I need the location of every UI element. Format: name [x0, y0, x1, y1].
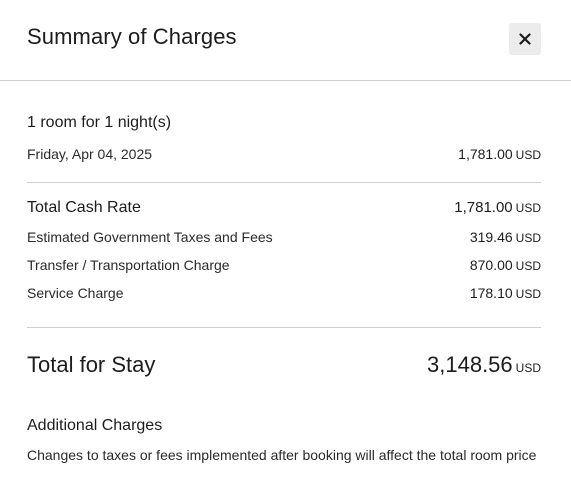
night-row: Friday, Apr 04, 2025 1,781.00 USD	[27, 146, 541, 164]
charge-label: Service Charge	[27, 285, 124, 301]
total-for-stay-row: Total for Stay 3,148.56 USD	[27, 352, 541, 378]
charge-amount: 178.10 USD	[470, 285, 541, 303]
night-date: Friday, Apr 04, 2025	[27, 146, 153, 162]
total-for-stay-amount: 3,148.56 USD	[427, 352, 541, 378]
charge-row-taxes: Estimated Government Taxes and Fees 319.…	[27, 229, 541, 247]
total-cash-rate-value: 1,781.00	[454, 199, 513, 216]
charge-row-service: Service Charge 178.10 USD	[27, 285, 541, 303]
charge-amount-currency: USD	[515, 231, 541, 245]
charge-amount-value: 178.10	[469, 285, 513, 301]
charge-row-transfer: Transfer / Transportation Charge 870.00 U…	[27, 257, 541, 275]
charge-amount-value: 319.46	[469, 229, 513, 245]
charge-amount: 870.00 USD	[470, 257, 541, 275]
total-for-stay-currency: USD	[515, 361, 541, 375]
charge-amount-currency: USD	[515, 287, 541, 301]
total-cash-rate-label: Total Cash Rate	[27, 199, 141, 216]
additional-charges-heading: Additional Charges	[27, 417, 163, 434]
charge-label: Transfer / Transportation Charge	[27, 257, 230, 273]
charge-amount-value: 870.00	[469, 257, 513, 273]
total-cash-rate-amount: 1,781.00 USD	[454, 199, 541, 217]
total-for-stay-value: 3,148.56	[427, 352, 513, 377]
close-button[interactable]	[509, 23, 541, 55]
charge-amount: 319.46 USD	[470, 229, 541, 247]
total-cash-rate-row: Total Cash Rate 1,781.00 USD	[27, 199, 541, 217]
modal-title: Summary of Charges	[27, 24, 237, 49]
rooms-nights-label: 1 room for 1 night(s)	[27, 114, 172, 131]
charge-label: Estimated Government Taxes and Fees	[27, 229, 273, 245]
close-icon	[519, 33, 531, 45]
night-amount-currency: USD	[515, 148, 541, 162]
charge-amount-currency: USD	[515, 259, 541, 273]
total-for-stay-label: Total for Stay	[27, 352, 156, 377]
night-amount-value: 1,781.00	[458, 146, 513, 162]
night-amount: 1,781.00 USD	[458, 146, 541, 164]
total-cash-rate-currency: USD	[515, 201, 541, 215]
divider	[27, 182, 541, 183]
additional-charges-note: Changes to taxes or fees implemented aft…	[27, 447, 537, 463]
divider	[27, 327, 541, 328]
modal-header: Summary of Charges	[0, 0, 571, 81]
